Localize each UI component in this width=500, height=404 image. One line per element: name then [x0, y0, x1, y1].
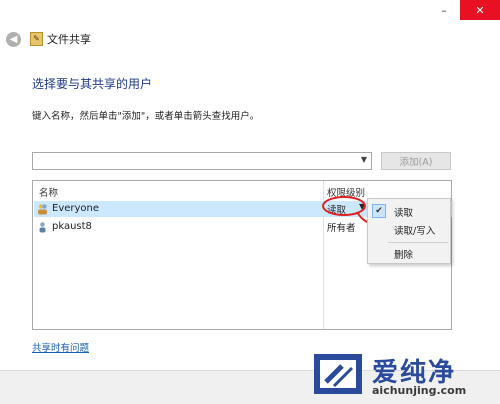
dropdown-arrow-icon[interactable]: ▼ [361, 155, 367, 164]
group-users-icon [38, 204, 47, 215]
menu-item-read[interactable]: ✔ 读取 [368, 202, 450, 220]
watermark-logo-icon [314, 354, 362, 394]
back-button[interactable]: ◀ [6, 32, 21, 47]
menu-item-remove[interactable]: 删除 [368, 244, 450, 262]
permission-menu: ✔ 读取 读取/写入 删除 [367, 198, 451, 264]
user-name: Everyone [52, 203, 100, 214]
watermark-url: aichunjing.com [372, 384, 467, 397]
user-icon [39, 222, 46, 233]
check-icon: ✔ [372, 204, 386, 218]
minimize-button[interactable]: – [430, 0, 458, 20]
window-header: ◀ ✎ 文件共享 [0, 22, 500, 60]
menu-separator [388, 242, 448, 243]
add-button[interactable]: 添加(A) [381, 152, 451, 170]
file-share-icon: ✎ [30, 32, 43, 46]
menu-item-read-write[interactable]: 读取/写入 [368, 220, 450, 238]
close-button[interactable]: ✕ [460, 0, 500, 20]
instruction-text: 键入名称，然后单击"添加"，或者单击箭头查找用户。 [32, 111, 260, 122]
help-link[interactable]: 共享时有问题 [32, 340, 89, 354]
page-heading: 选择要与其共享的用户 [32, 77, 153, 91]
back-arrow-icon: ◀ [9, 34, 18, 45]
column-header-name[interactable]: 名称 [39, 185, 58, 199]
title-bar: – ✕ [0, 0, 500, 22]
user-name: pkaust8 [52, 221, 92, 232]
window-title: 文件共享 [47, 33, 91, 46]
user-name-combobox[interactable]: ▼ [32, 152, 372, 170]
permission-label: 所有者 [327, 223, 356, 234]
